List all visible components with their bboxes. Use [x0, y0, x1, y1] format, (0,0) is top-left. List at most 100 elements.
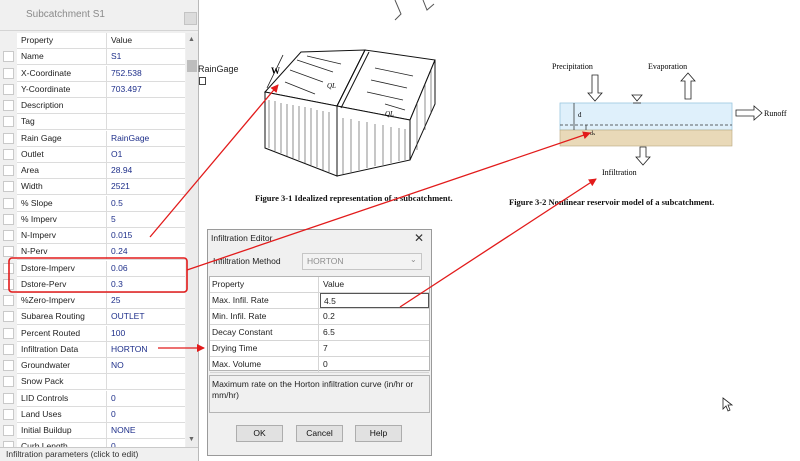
property-row[interactable]: LID Controls 0	[17, 391, 185, 407]
property-value[interactable]: 0	[108, 407, 185, 422]
property-row[interactable]: N-Imperv 0.015	[17, 228, 185, 244]
property-row[interactable]: Initial Buildup NONE	[17, 423, 185, 439]
property-row[interactable]: Rain Gage RainGage	[17, 131, 185, 147]
infiltration-method-select[interactable]: HORTON	[302, 253, 422, 270]
ok-button[interactable]: OK	[236, 425, 283, 442]
raingage-icon[interactable]	[199, 77, 206, 85]
close-icon[interactable]: ✕	[414, 231, 424, 245]
row-selector[interactable]	[3, 393, 14, 404]
panel-close-button[interactable]	[184, 12, 197, 25]
cancel-button[interactable]: Cancel	[296, 425, 343, 442]
scroll-down-icon[interactable]: ▼	[188, 436, 195, 443]
property-row[interactable]: N-Perv 0.24	[17, 244, 185, 260]
property-row[interactable]: Snow Pack	[17, 374, 185, 390]
row-selector[interactable]	[3, 263, 14, 274]
property-value[interactable]: RainGage	[108, 131, 185, 146]
property-row[interactable]: Name S1	[17, 49, 185, 65]
row-selector[interactable]	[3, 409, 14, 420]
property-value[interactable]	[108, 114, 185, 129]
table-row[interactable]: Max. Infil. Rate 4.5	[210, 293, 429, 309]
property-value[interactable]: NO	[108, 358, 185, 373]
property-row[interactable]: Infiltration Data HORTON	[17, 342, 185, 358]
panel-scrollbar[interactable]	[186, 33, 198, 447]
property-value[interactable]: 25	[108, 293, 185, 308]
table-row[interactable]: Max. Volume 0	[210, 357, 429, 373]
property-row[interactable]: Tag	[17, 114, 185, 130]
property-row[interactable]: % Slope 0.5	[17, 196, 185, 212]
property-row[interactable]: Y-Coordinate 703.497	[17, 82, 185, 98]
property-row[interactable]: %Zero-Imperv 25	[17, 293, 185, 309]
row-selector[interactable]	[3, 328, 14, 339]
row-selector[interactable]	[3, 198, 14, 209]
property-value[interactable]: 28.94	[108, 163, 185, 178]
parameter-value[interactable]: 0	[320, 357, 429, 372]
property-row[interactable]: Dstore-Imperv 0.06	[17, 261, 185, 277]
row-selector[interactable]	[3, 425, 14, 436]
row-selector[interactable]	[3, 149, 14, 160]
property-row[interactable]: Percent Routed 100	[17, 326, 185, 342]
row-selector[interactable]	[3, 68, 14, 79]
property-value[interactable]: 5	[108, 212, 185, 227]
row-selector[interactable]	[3, 133, 14, 144]
row-selector[interactable]	[3, 311, 14, 322]
table-row[interactable]: Decay Constant 6.5	[210, 325, 429, 341]
chevron-down-icon[interactable]: ⌄	[410, 255, 417, 264]
property-value[interactable]: 0.015	[108, 228, 185, 243]
row-selector[interactable]	[3, 279, 14, 290]
parameter-value[interactable]: 4.5	[320, 293, 429, 308]
row-selector[interactable]	[3, 246, 14, 257]
property-value[interactable]: 0	[108, 439, 185, 447]
property-row[interactable]: Area 28.94	[17, 163, 185, 179]
property-row[interactable]: X-Coordinate 752.538	[17, 66, 185, 82]
row-selector[interactable]	[3, 344, 14, 355]
property-value[interactable]: HORTON	[108, 342, 185, 357]
scroll-up-icon[interactable]: ▲	[188, 36, 195, 43]
row-selector[interactable]	[3, 230, 14, 241]
property-value[interactable]: 703.497	[108, 82, 185, 97]
precipitation-label: Precipitation	[552, 62, 593, 71]
row-selector[interactable]	[3, 51, 14, 62]
table-row[interactable]: Drying Time 7	[210, 341, 429, 357]
scrollbar-thumb[interactable]	[187, 60, 197, 72]
row-selector[interactable]	[3, 165, 14, 176]
property-value[interactable]: 752.538	[108, 66, 185, 81]
property-row[interactable]: Land Uses 0	[17, 407, 185, 423]
property-value[interactable]: 0.06	[108, 261, 185, 276]
map-raingage-label[interactable]: RainGage	[198, 64, 239, 74]
property-row[interactable]: Outlet O1	[17, 147, 185, 163]
row-selector[interactable]	[3, 100, 14, 111]
property-value[interactable]: S1	[108, 49, 185, 64]
property-name: Snow Pack	[17, 374, 107, 389]
value-column-header: Value	[323, 279, 345, 289]
help-button[interactable]: Help	[355, 425, 402, 442]
property-value[interactable]: 2521	[108, 179, 185, 194]
property-value[interactable]: 0.24	[108, 244, 185, 259]
property-row[interactable]: % Imperv 5	[17, 212, 185, 228]
property-value[interactable]: NONE	[108, 423, 185, 438]
row-selector[interactable]	[3, 84, 14, 95]
property-row[interactable]: Curb Length 0	[17, 439, 185, 447]
parameter-value[interactable]: 0.2	[320, 309, 429, 324]
property-value[interactable]	[108, 98, 185, 113]
parameter-value[interactable]: 7	[320, 341, 429, 356]
property-value[interactable]: OUTLET	[108, 309, 185, 324]
row-selector[interactable]	[3, 376, 14, 387]
property-value[interactable]: 0.5	[108, 196, 185, 211]
property-row[interactable]: Groundwater NO	[17, 358, 185, 374]
row-selector[interactable]	[3, 116, 14, 127]
property-value[interactable]	[108, 374, 185, 389]
table-row[interactable]: Min. Infil. Rate 0.2	[210, 309, 429, 325]
property-row[interactable]: Description	[17, 98, 185, 114]
row-selector[interactable]	[3, 360, 14, 371]
property-row[interactable]: Subarea Routing OUTLET	[17, 309, 185, 325]
row-selector[interactable]	[3, 295, 14, 306]
property-value[interactable]: 100	[108, 326, 185, 341]
row-selector[interactable]	[3, 181, 14, 192]
property-value[interactable]: O1	[108, 147, 185, 162]
property-row[interactable]: Dstore-Perv 0.3	[17, 277, 185, 293]
property-row[interactable]: Width 2521	[17, 179, 185, 195]
row-selector[interactable]	[3, 214, 14, 225]
parameter-value[interactable]: 6.5	[320, 325, 429, 340]
property-value[interactable]: 0.3	[108, 277, 185, 292]
property-value[interactable]: 0	[108, 391, 185, 406]
